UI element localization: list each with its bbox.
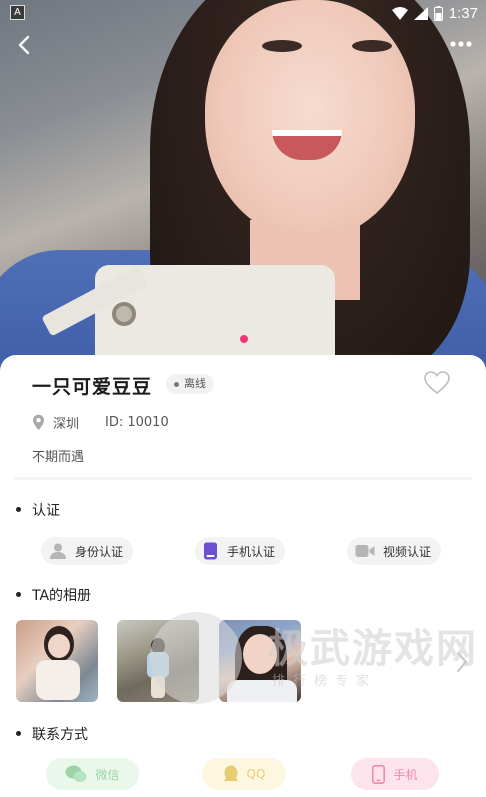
verification-list: 身份认证 手机认证 视频认证	[0, 537, 486, 565]
mobile-button[interactable]: 手机	[351, 758, 439, 790]
location-text: 深圳	[53, 416, 80, 432]
watermark-logo-icon	[150, 612, 242, 704]
phone-verification-badge: 手机认证	[195, 537, 286, 565]
user-id: ID: 10010	[105, 414, 169, 430]
section-bullet	[16, 507, 21, 512]
photo-eye-left	[262, 40, 302, 52]
site-watermark: 极武游戏网 排行榜专家	[150, 610, 476, 720]
photo-eye-right	[352, 40, 392, 52]
watermark-title: 极武游戏网	[268, 626, 478, 672]
photo-figure	[48, 634, 70, 658]
person-icon	[50, 543, 66, 559]
wifi-icon	[391, 6, 408, 20]
section-divider	[14, 477, 472, 480]
carousel-page-indicator	[240, 335, 248, 343]
album-title: TA的相册	[32, 588, 92, 604]
video-verification-badge: 视频认证	[347, 537, 442, 565]
profile-card: 一只可爱豆豆 离线 深圳 ID: 10010 不期而遇 认证 身份认证 手机认证…	[0, 355, 486, 797]
wechat-label: 微信	[95, 767, 120, 782]
wechat-button[interactable]: 微信	[46, 758, 139, 790]
battery-icon	[433, 5, 443, 21]
signal-icon	[413, 6, 428, 20]
location-pin-icon	[33, 414, 44, 430]
profile-name: 一只可爱豆豆	[32, 376, 153, 398]
profile-photo-carousel[interactable]: A 1:37	[0, 0, 486, 372]
photo-face	[205, 0, 415, 240]
wechat-icon	[65, 765, 87, 782]
contact-title: 联系方式	[32, 727, 88, 743]
watermark-subtitle: 排行榜专家	[272, 674, 378, 689]
video-camera-icon	[355, 545, 375, 557]
photo-figure	[36, 660, 80, 700]
phone-icon	[204, 542, 217, 560]
back-arrow-icon[interactable]	[12, 32, 38, 58]
status-dot	[174, 382, 179, 387]
status-bar: A 1:37	[0, 0, 486, 26]
section-bullet	[16, 592, 21, 597]
id-verification-label: 身份认证	[75, 544, 124, 559]
bio-text: 不期而遇	[32, 450, 85, 465]
photo-buckle	[112, 302, 136, 326]
mobile-phone-icon	[372, 764, 386, 784]
location-row: 深圳 ID: 10010	[32, 413, 169, 432]
qq-icon	[223, 765, 238, 781]
status-indicators: 1:37	[391, 3, 478, 23]
section-bullet	[16, 731, 21, 736]
verification-title: 认证	[32, 503, 60, 519]
notification-icon: A	[10, 5, 25, 20]
clock: 1:37	[448, 4, 478, 22]
id-verification-badge: 身份认证	[41, 537, 134, 565]
video-verification-label: 视频认证	[383, 544, 432, 559]
heart-icon[interactable]	[424, 371, 450, 395]
status-badge: 离线	[166, 374, 214, 394]
more-options-icon[interactable]	[448, 34, 474, 54]
status-badge-label: 离线	[184, 377, 206, 390]
qq-button[interactable]: QQ	[202, 758, 286, 790]
mobile-label: 手机	[393, 767, 418, 782]
album-photo-1[interactable]	[16, 620, 98, 702]
phone-verification-label: 手机认证	[227, 544, 276, 559]
contact-list: 微信 QQ 手机	[0, 758, 486, 790]
qq-label: QQ	[246, 767, 266, 781]
